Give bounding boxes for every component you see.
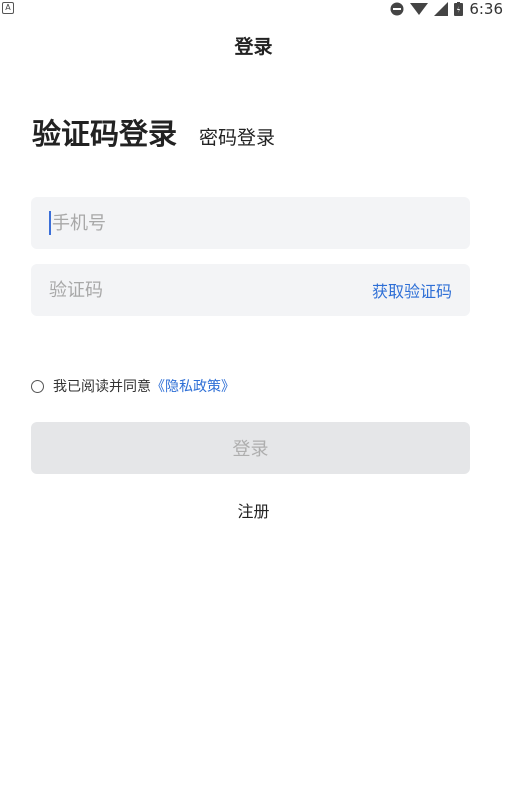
tab-password-login[interactable]: 密码登录 [199, 123, 275, 154]
battery-icon [454, 2, 464, 16]
register-link[interactable]: 注册 [0, 498, 507, 522]
page-title: 登录 [234, 36, 273, 58]
privacy-policy-link[interactable]: 《隐私政策》 [151, 376, 235, 396]
login-mode-tabs: 验证码登录 密码登录 [32, 114, 275, 154]
status-icons: 6:36 [390, 0, 503, 18]
code-field[interactable]: 获取验证码 [31, 264, 470, 316]
agreement-row: 我已阅读并同意 《隐私政策》 [31, 376, 235, 396]
get-code-button[interactable]: 获取验证码 [372, 278, 452, 302]
text-cursor [49, 211, 51, 235]
login-button[interactable]: 登录 [31, 422, 470, 474]
phone-input[interactable] [52, 197, 452, 249]
signal-icon [434, 2, 449, 16]
status-bar: A 6:36 [0, 0, 507, 18]
agreement-text: 我已阅读并同意 [53, 379, 151, 395]
notification-icon: A [2, 2, 14, 14]
code-input[interactable] [49, 264, 372, 316]
status-time: 6:36 [469, 0, 503, 18]
tab-sms-login[interactable]: 验证码登录 [32, 114, 177, 154]
agreement-radio[interactable] [31, 379, 44, 393]
do-not-disturb-icon [390, 2, 404, 16]
phone-field[interactable] [31, 197, 470, 249]
wifi-icon [410, 3, 429, 15]
